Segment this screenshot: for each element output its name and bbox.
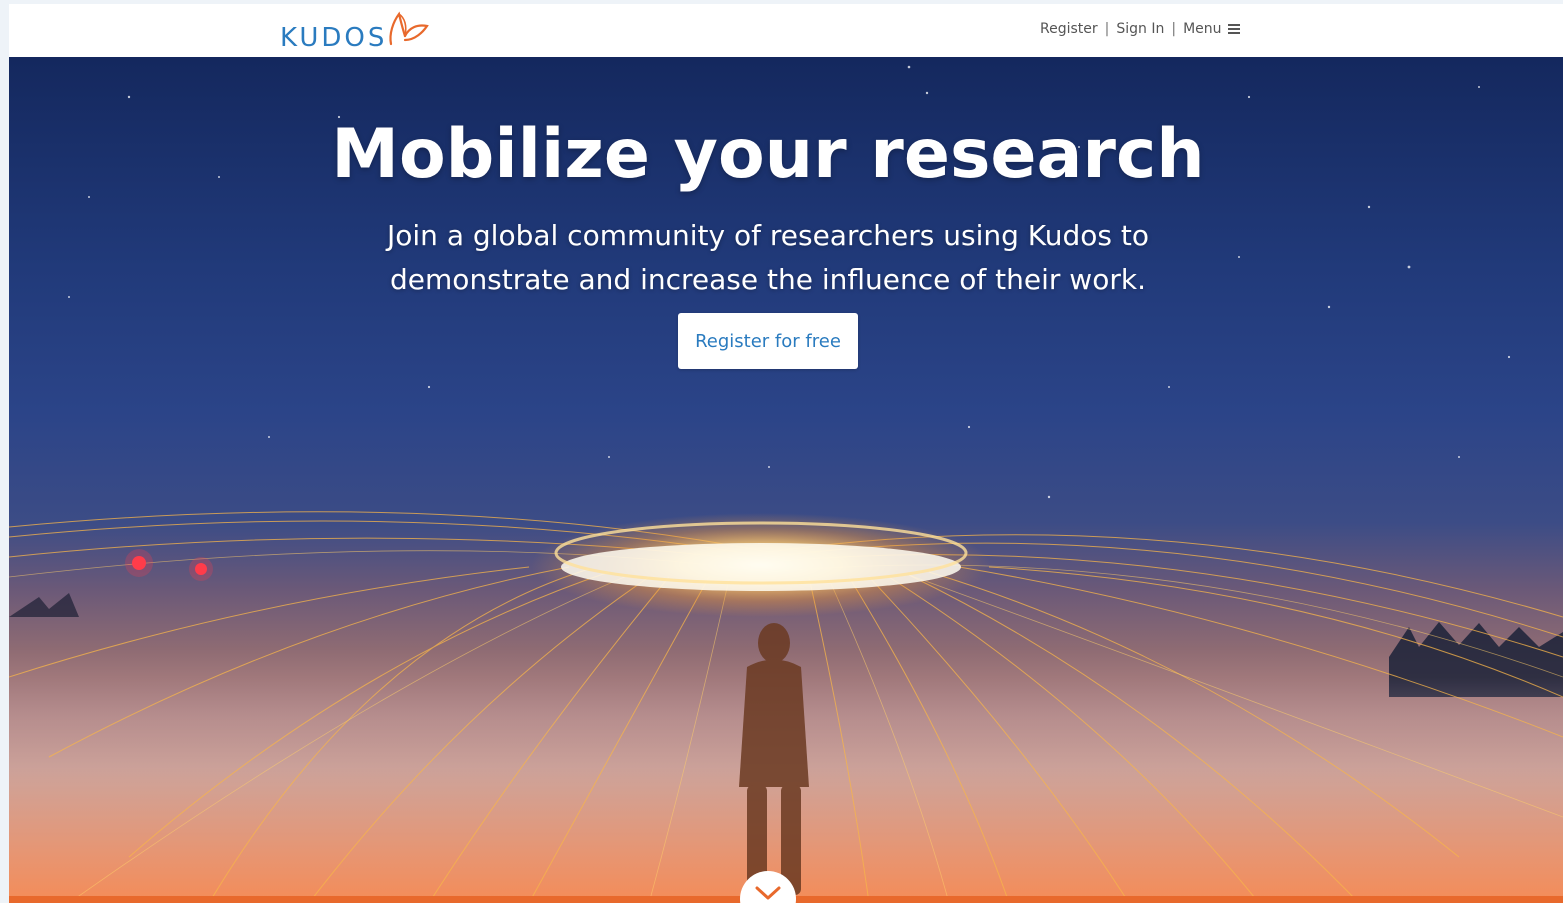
butterfly-icon xyxy=(389,11,430,46)
menu-label: Menu xyxy=(1183,21,1222,37)
hero-title: Mobilize your research xyxy=(331,115,1205,194)
register-link[interactable]: Register xyxy=(1040,21,1098,37)
hamburger-icon xyxy=(1227,24,1240,34)
hero-subtitle: Join a global community of researchers u… xyxy=(9,214,1527,302)
nav-separator: | xyxy=(1104,21,1110,37)
nav-separator: | xyxy=(1171,21,1177,37)
kudos-logo[interactable]: KUDOS xyxy=(280,8,430,54)
site-header: KUDOS Register | Sign In | Menu xyxy=(9,4,1563,57)
chevron-down-icon xyxy=(755,886,781,900)
register-for-free-button[interactable]: Register for free xyxy=(678,313,858,369)
sign-in-link[interactable]: Sign In xyxy=(1116,21,1164,37)
logo-text: KUDOS xyxy=(280,23,388,53)
top-navigation: Register | Sign In | Menu xyxy=(1040,21,1240,37)
hero-section: Mobilize your research Join a global com… xyxy=(9,57,1563,903)
browser-viewport: KUDOS Register | Sign In | Menu Mobilize… xyxy=(9,4,1563,903)
hero-subtitle-line-2: demonstrate and increase the influence o… xyxy=(390,263,1146,296)
hero-subtitle-line-1: Join a global community of researchers u… xyxy=(387,219,1149,252)
menu-link[interactable]: Menu xyxy=(1183,21,1240,37)
